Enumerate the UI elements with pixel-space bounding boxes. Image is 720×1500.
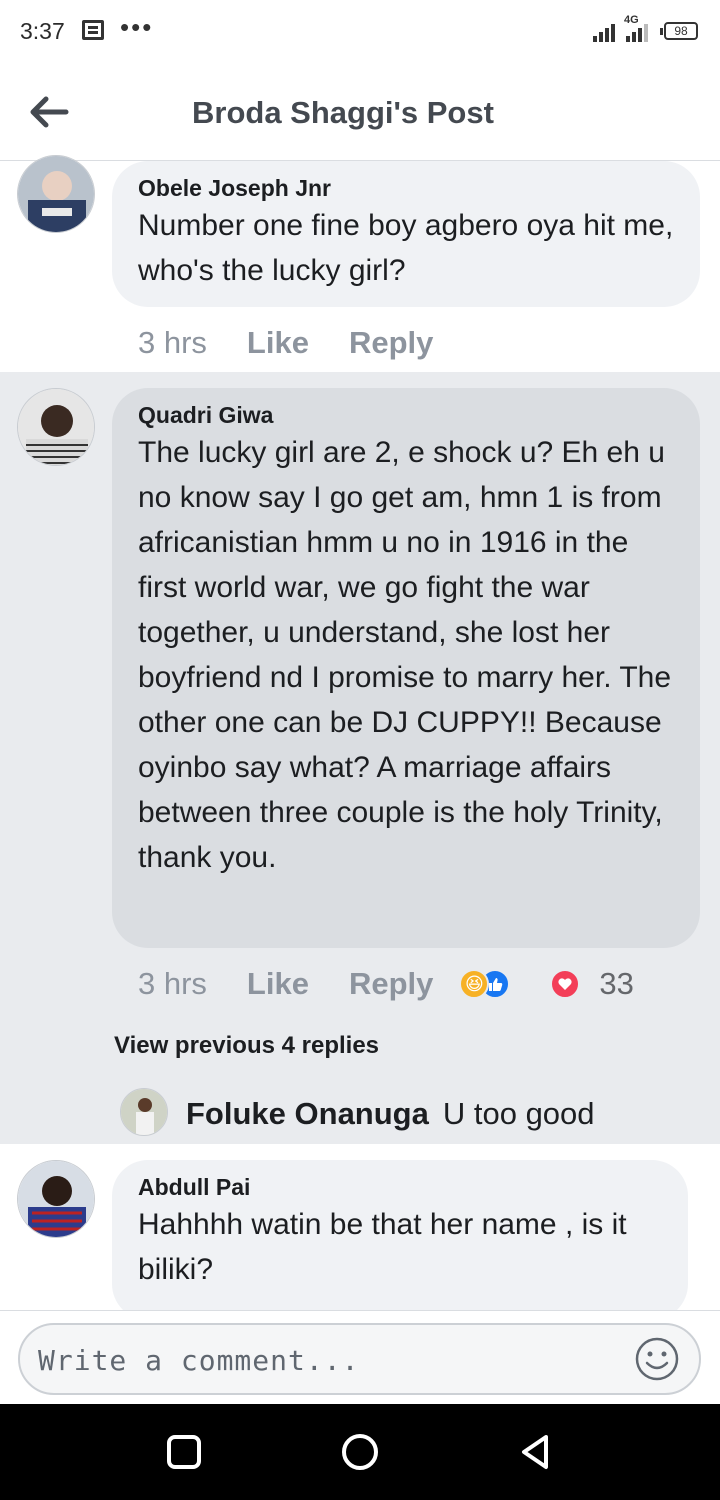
battery-icon: 98 [660,22,698,40]
reply-author: Foluke Onanuga [186,1096,429,1131]
reply-preview[interactable]: Foluke Onanuga U too good [186,1096,595,1132]
system-navigation-bar [0,1404,720,1500]
smiley-icon [635,1337,679,1381]
comment-author[interactable]: Obele Joseph Jnr [138,173,674,203]
comment-bubble: Obele Joseph Jnr Number one fine boy agb… [112,161,700,307]
page-title: Broda Shaggi's Post [192,95,494,130]
like-button[interactable]: Like [247,325,309,361]
home-button[interactable] [340,1432,380,1472]
recent-apps-button[interactable] [164,1432,204,1472]
love-icon [550,969,581,999]
comment-thread: Abdull Pai Hahhhh watin be that her name… [0,1144,720,1320]
status-time: 3:37 [20,18,65,44]
comment-actions: 3 hrs Like Reply [138,325,473,361]
emoji-button[interactable] [635,1337,679,1381]
comment-bubble: Abdull Pai Hahhhh watin be that her name… [112,1160,688,1320]
circle-icon [342,1434,378,1470]
back-button[interactable] [26,90,70,134]
comment-text: Number one fine boy agbero oya hit me, w… [138,209,674,287]
more-notifications-icon: ••• [120,12,154,42]
reply-button[interactable]: Reply [349,966,433,1002]
avatar[interactable] [17,155,95,233]
wifi-signal-icon [593,22,615,42]
status-bar: 3:37 ••• 4G 98 [0,0,720,62]
comment-composer [0,1310,720,1405]
triangle-back-icon [522,1435,548,1469]
view-previous-replies-link[interactable]: View previous 4 replies [114,1032,379,1060]
comment-time: 3 hrs [138,966,207,1001]
page-header: Broda Shaggi's Post [0,62,720,161]
comment-thread: Obele Joseph Jnr Number one fine boy agb… [0,155,720,371]
reactions-summary[interactable]: 😆 33 [459,966,634,1002]
square-icon [167,1435,201,1469]
comment-bubble: Quadri Giwa The lucky girl are 2, e shoc… [112,388,700,948]
comment-text: The lucky girl are 2, e shock u? Eh eh u… [138,436,672,874]
comment-actions: 3 hrs Like Reply 😆 33 [138,966,634,1002]
comment-thread-highlighted: Quadri Giwa The lucky girl are 2, e shoc… [0,372,720,1144]
comment-text: Hahhhh watin be that her name , is it bi… [138,1208,627,1286]
comment-time: 3 hrs [138,325,207,360]
avatar[interactable] [17,1160,95,1238]
reply-text: U too good [442,1096,595,1131]
comment-input[interactable] [36,1339,620,1381]
news-notification-icon [82,20,104,40]
reaction-count: 33 [599,966,634,1001]
back-arrow-icon [30,96,69,128]
reply-button[interactable]: Reply [349,325,433,361]
comment-author[interactable]: Abdull Pai [138,1172,662,1202]
avatar[interactable] [17,388,95,466]
like-button[interactable]: Like [247,966,309,1002]
reply-avatar[interactable] [120,1088,168,1136]
back-nav-button[interactable] [516,1432,556,1472]
comment-composer-box[interactable] [18,1323,701,1395]
comment-author[interactable]: Quadri Giwa [138,400,674,430]
cell-signal-icon [626,24,648,42]
